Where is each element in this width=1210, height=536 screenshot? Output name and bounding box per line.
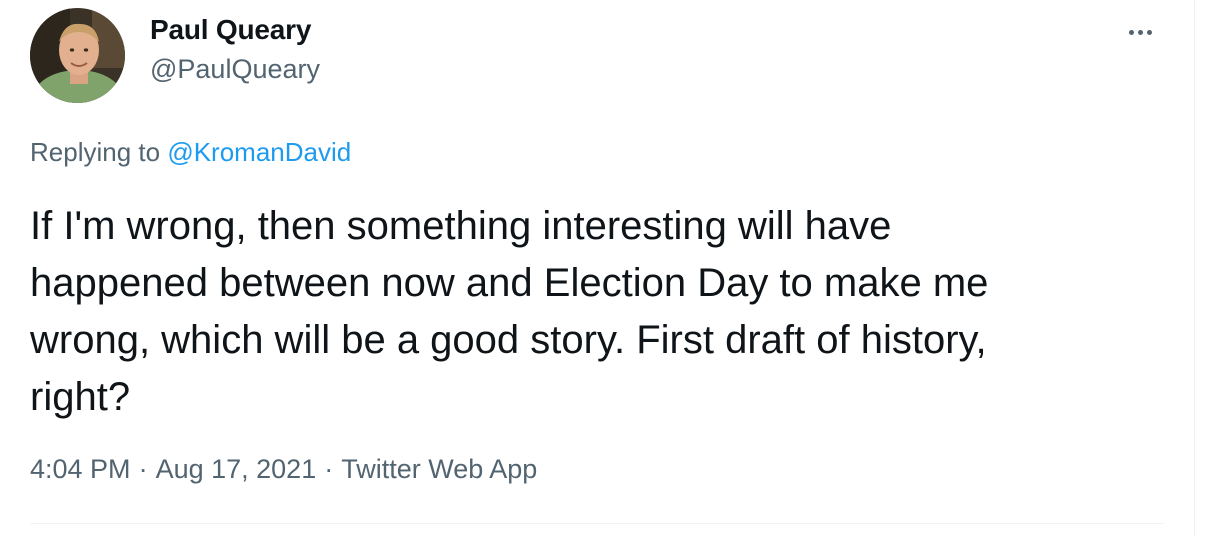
meta-separator: · xyxy=(138,454,148,484)
column-border xyxy=(1194,0,1195,536)
tweet-source-link[interactable]: Twitter Web App xyxy=(341,454,537,484)
tweet-text-line: right? xyxy=(30,375,131,419)
tweet-time-link[interactable]: 4:04 PM xyxy=(30,454,131,484)
reply-mention-link[interactable]: @KromanDavid xyxy=(167,137,351,167)
meta-separator: · xyxy=(324,454,334,484)
tweet-text: If I'm wrong, then something interesting… xyxy=(30,198,1180,426)
avatar[interactable] xyxy=(30,8,125,103)
replying-to: Replying to @KromanDavid xyxy=(30,137,351,168)
replying-to-label: Replying to xyxy=(30,137,168,167)
tweet-card: Paul Queary @PaulQueary Replying to @Kro… xyxy=(0,0,1194,536)
more-horizontal-icon xyxy=(1128,29,1152,35)
tweet-metadata: 4:04 PM · Aug 17, 2021 · Twitter Web App xyxy=(30,454,537,485)
tweet-text-line: If I'm wrong, then something interesting… xyxy=(30,204,892,248)
avatar-photo xyxy=(30,8,125,103)
tweet-text-line: wrong, which will be a good story. First… xyxy=(30,318,987,362)
divider xyxy=(30,523,1164,524)
author-display-name[interactable]: Paul Queary xyxy=(150,14,311,46)
author-handle[interactable]: @PaulQueary xyxy=(150,54,320,85)
tweet-date-link[interactable]: Aug 17, 2021 xyxy=(156,454,317,484)
tweet-text-line: happened between now and Election Day to… xyxy=(30,261,989,305)
more-options-button[interactable] xyxy=(1118,14,1162,50)
